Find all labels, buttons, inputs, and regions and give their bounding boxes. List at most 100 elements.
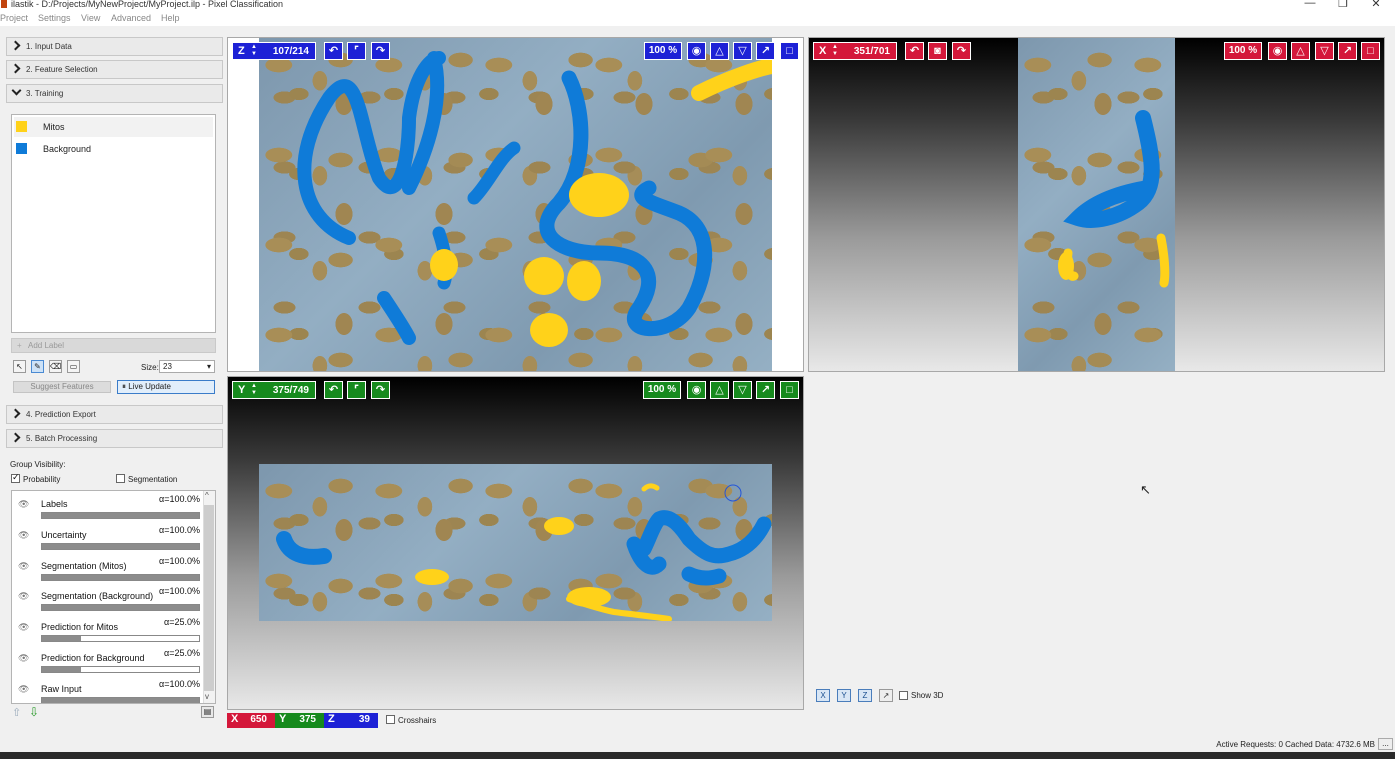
redo-icon[interactable]: ↷	[952, 42, 971, 60]
menu-project[interactable]: Project	[0, 13, 28, 23]
eye-icon[interactable]: 👁	[18, 653, 29, 664]
opacity-slider[interactable]	[41, 512, 200, 519]
layer-row[interactable]: 👁 Prediction for Background α=25.0%	[12, 645, 204, 676]
slice-down-icon[interactable]: ▽	[1315, 42, 1334, 60]
toggle-x-view-button[interactable]: X	[816, 689, 830, 702]
fit-view-icon[interactable]: □	[780, 381, 799, 399]
eye-icon[interactable]: 👁	[18, 530, 29, 541]
fit-view-icon[interactable]: □	[780, 42, 799, 60]
opacity-slider[interactable]	[41, 542, 200, 550]
camera-icon[interactable]: ◉	[687, 381, 706, 399]
label-item-mitos[interactable]: Mitos	[14, 117, 213, 137]
layer-down-icon[interactable]: ⇩	[29, 705, 39, 719]
slice-down-icon[interactable]: ▽	[733, 42, 752, 60]
label-color-swatch[interactable]	[16, 143, 27, 154]
live-update-button[interactable]: ⏸ Live Update	[117, 380, 215, 394]
slice-spin-icon[interactable]: ▲ ▼	[251, 44, 257, 58]
minimize-button[interactable]: —	[1300, 0, 1320, 9]
undo-icon[interactable]: ↶	[905, 42, 924, 60]
viewer-x[interactable]: X ▲ ▼ 351/701 ↶ ◙ ↷ 100 % ◉ △ ▽ ↗ □	[808, 37, 1385, 372]
slice-spin-icon[interactable]: ▲ ▼	[832, 44, 838, 58]
layer-up-icon[interactable]: ⇧	[12, 706, 21, 719]
maximize-view-icon[interactable]: ↗	[756, 381, 775, 399]
brush-size-select[interactable]: 23 ▾	[159, 360, 215, 373]
applet-training[interactable]: 3. Training	[6, 84, 223, 103]
expand-view-button[interactable]: ↗	[879, 689, 893, 702]
undo-icon[interactable]: ↶	[324, 42, 343, 60]
slice-up-icon[interactable]: △	[1291, 42, 1310, 60]
toggle-z-view-button[interactable]: Z	[858, 689, 872, 702]
opacity-slider[interactable]	[41, 604, 200, 612]
eye-icon[interactable]: 👁	[18, 499, 29, 510]
layer-scrollbar-thumb[interactable]	[204, 505, 214, 691]
camera-icon[interactable]: ◉	[1268, 42, 1287, 60]
menu-advanced[interactable]: Advanced	[111, 13, 151, 23]
applet-prediction-export[interactable]: 4. Prediction Export	[6, 405, 223, 424]
slice-indicator-x[interactable]: X ▲ ▼ 351/701	[813, 42, 897, 60]
slice-down-icon[interactable]: ▽	[733, 381, 752, 399]
label-item-background[interactable]: Background	[14, 139, 213, 159]
eye-icon[interactable]: 👁	[18, 591, 29, 602]
suggest-features-button[interactable]: Suggest Features	[13, 381, 111, 393]
crop-icon[interactable]: ⌜	[347, 381, 366, 399]
eye-icon[interactable]: 👁	[18, 684, 29, 695]
layer-row[interactable]: 👁 Raw Input α=100.0%	[12, 676, 204, 703]
opacity-slider[interactable]	[41, 696, 200, 703]
eye-icon[interactable]: 👁	[18, 622, 29, 633]
slice-up-icon[interactable]: △	[710, 42, 729, 60]
close-button[interactable]: ✕	[1366, 0, 1386, 10]
layer-row[interactable]: 👁 Labels α=100.0%	[12, 491, 204, 522]
layer-options-icon[interactable]: ▤	[201, 706, 214, 718]
layer-row[interactable]: 👁 Segmentation (Mitos) α=100.0%	[12, 553, 204, 584]
menu-help[interactable]: Help	[161, 13, 180, 23]
add-label-button[interactable]: + Add Label	[11, 338, 216, 353]
menu-bar	[0, 11, 1395, 26]
maximize-view-icon[interactable]: ↗	[1338, 42, 1357, 60]
camera-icon[interactable]: ◉	[687, 42, 706, 60]
chevron-right-icon	[10, 432, 21, 443]
viewer-z[interactable]: Z ▲ ▼ 107/214 ↶ ⌜ ↷ 100 % ◉ △ ▽ ↗ □	[227, 37, 804, 372]
show-3d-checkbox[interactable]	[899, 691, 908, 700]
slice-spin-icon[interactable]: ▲ ▼	[251, 383, 257, 397]
slice-indicator-z[interactable]: Z ▲ ▼ 107/214	[232, 42, 316, 60]
maximize-view-icon[interactable]: ↗	[756, 42, 775, 60]
record-icon[interactable]: ◙	[928, 42, 947, 60]
viewer-y[interactable]: Y ▲ ▼ 375/749 ↶ ⌜ ↷ 100 % ◉ △ ▽ ↗ □	[227, 376, 804, 710]
applet-batch-processing[interactable]: 5. Batch Processing	[6, 429, 223, 448]
threshold-tool-button[interactable]: ▭	[67, 360, 80, 373]
navigation-tool-button[interactable]: ↖	[13, 360, 26, 373]
applet-input-data[interactable]: 1. Input Data	[6, 37, 223, 56]
layer-row[interactable]: 👁 Uncertainty α=100.0%	[12, 522, 204, 553]
zoom-level-x[interactable]: 100 %	[1224, 42, 1262, 60]
segmentation-checkbox[interactable]	[116, 474, 125, 483]
scroll-down-icon[interactable]: v	[205, 692, 209, 701]
opacity-slider[interactable]	[41, 666, 200, 673]
opacity-slider[interactable]	[41, 573, 200, 581]
redo-icon[interactable]: ↷	[371, 42, 390, 60]
label-color-swatch[interactable]	[16, 121, 27, 132]
slice-up-icon[interactable]: △	[710, 381, 729, 399]
zoom-level-y[interactable]: 100 %	[643, 381, 681, 399]
eye-icon[interactable]: 👁	[18, 561, 29, 572]
menu-view[interactable]: View	[81, 13, 100, 23]
maximize-button[interactable]: ❐	[1333, 0, 1353, 10]
menu-settings[interactable]: Settings	[38, 13, 71, 23]
opacity-slider[interactable]	[41, 635, 200, 643]
crop-icon[interactable]: ⌜	[347, 42, 366, 60]
axis-label: X	[819, 45, 827, 57]
brush-tool-button[interactable]: ✎	[31, 360, 44, 373]
slice-indicator-y[interactable]: Y ▲ ▼ 375/749	[232, 381, 316, 399]
status-more-button[interactable]: ...	[1378, 738, 1393, 750]
fit-view-icon[interactable]: □	[1361, 42, 1380, 60]
applet-feature-selection[interactable]: 2. Feature Selection	[6, 60, 223, 79]
zoom-level-z[interactable]: 100 %	[644, 42, 682, 60]
undo-icon[interactable]: ↶	[324, 381, 343, 399]
layer-row[interactable]: 👁 Segmentation (Background) α=100.0%	[12, 583, 204, 614]
crosshairs-checkbox[interactable]	[386, 715, 395, 724]
toggle-y-view-button[interactable]: Y	[837, 689, 851, 702]
eraser-tool-button[interactable]: ⌫	[49, 360, 62, 373]
scroll-up-icon[interactable]: ^	[205, 491, 209, 500]
probability-checkbox[interactable]	[11, 472, 20, 483]
redo-icon[interactable]: ↷	[371, 381, 390, 399]
layer-row[interactable]: 👁 Prediction for Mitos α=25.0%	[12, 614, 204, 645]
